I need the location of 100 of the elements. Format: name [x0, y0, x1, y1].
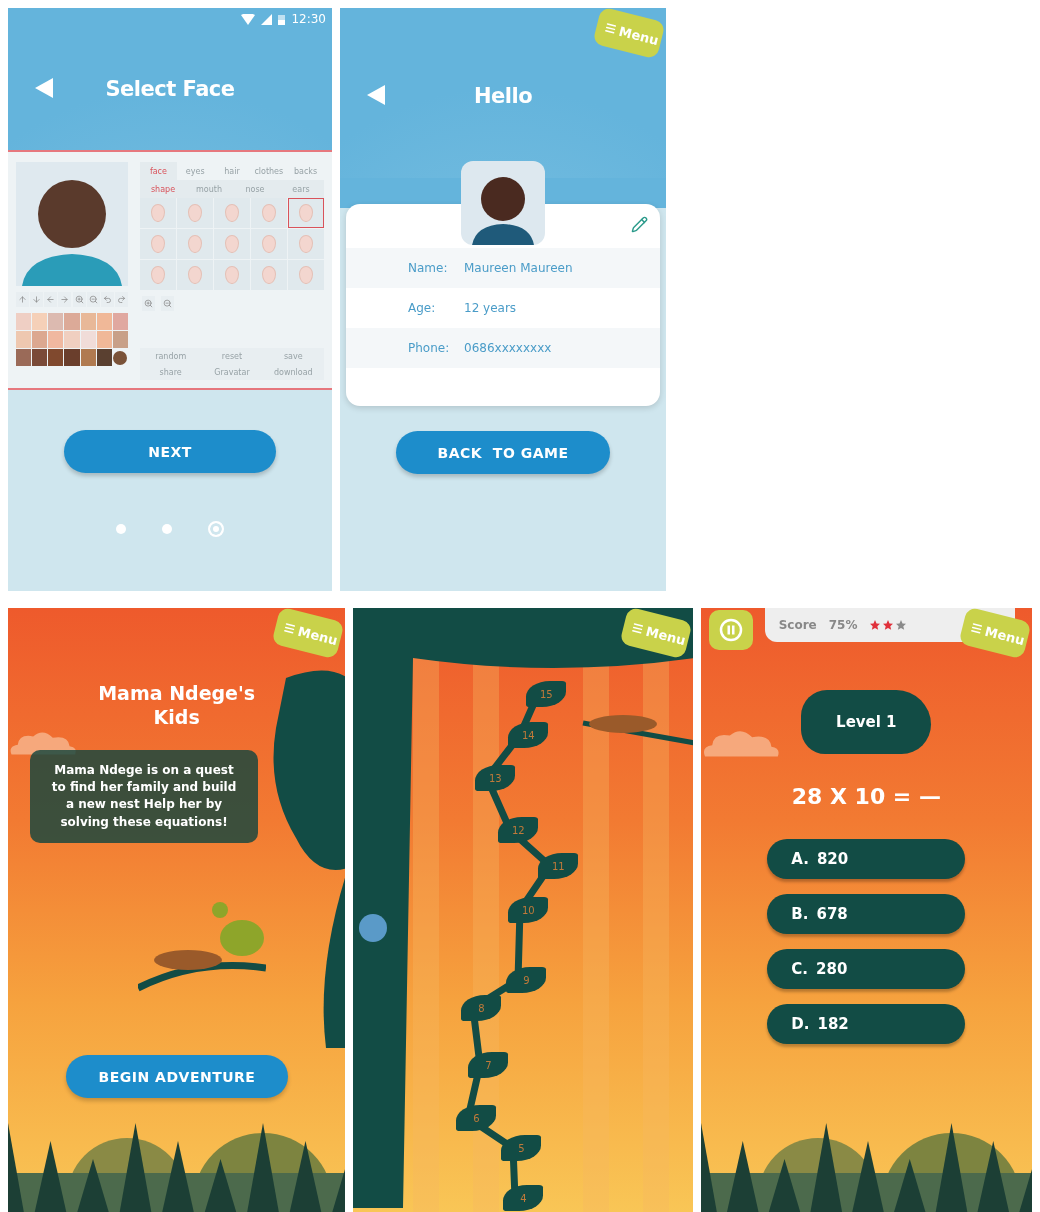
skin-swatch[interactable]: [32, 349, 48, 366]
skin-swatch[interactable]: [64, 313, 80, 330]
pause-button[interactable]: [708, 610, 753, 650]
editor-tab[interactable]: clothes: [250, 162, 288, 180]
zoom-out-icon: [163, 299, 172, 308]
menu-button[interactable]: Menu: [271, 608, 345, 660]
undo-button[interactable]: [100, 292, 114, 307]
editor-tab[interactable]: hair: [213, 162, 251, 180]
zoom-in-icon: [74, 295, 84, 304]
skin-swatch[interactable]: [96, 331, 112, 348]
editor-tab[interactable]: eyes: [176, 162, 214, 180]
level-leaf[interactable]: 5: [501, 1135, 542, 1161]
skin-swatch[interactable]: [32, 331, 48, 348]
skin-swatch[interactable]: [64, 349, 80, 366]
screen-title: Select Face: [104, 77, 236, 101]
intro-message: Mama Ndege is on a quest to find her family and build a new nest Help her by solving these equations!: [30, 749, 258, 844]
menu-button[interactable]: Menu: [592, 8, 666, 60]
skin-swatch[interactable]: [96, 349, 112, 366]
skin-swatch[interactable]: [64, 331, 80, 348]
skin-swatch[interactable]: [48, 349, 64, 366]
skin-swatch[interactable]: [80, 349, 96, 366]
editor-action[interactable]: download: [262, 364, 324, 380]
field-value: 12 years: [464, 301, 517, 315]
menu-icon: [969, 621, 984, 636]
arrow-down-button[interactable]: [30, 292, 44, 307]
math-question: 28 X 10 = —: [790, 784, 942, 809]
skin-swatch[interactable]: [96, 313, 112, 330]
field-label: Phone:: [408, 341, 448, 355]
arrow-up-icon: [18, 295, 27, 304]
zoom-in-button[interactable]: [72, 292, 86, 307]
arrow-down-icon: [32, 295, 42, 304]
battery-icon: [278, 13, 286, 25]
arrow-left-icon: [46, 295, 56, 304]
begin-adventure-button[interactable]: BEGIN ADVENTURE: [66, 1055, 288, 1098]
redo-button[interactable]: [115, 292, 128, 307]
zoom-in-button[interactable]: [142, 296, 155, 311]
arrow-up-button[interactable]: [16, 292, 29, 307]
field-label: Name:: [408, 261, 448, 275]
face-shape-option[interactable]: [288, 198, 324, 228]
editor-action[interactable]: random: [140, 348, 202, 364]
redo-icon: [117, 295, 126, 304]
next-button[interactable]: NEXT: [64, 430, 276, 473]
level-leaf[interactable]: 14: [508, 722, 549, 748]
editor-tab[interactable]: backs: [287, 162, 324, 180]
editor-subtab[interactable]: nose: [232, 180, 278, 198]
screen-title: Hello: [472, 84, 534, 108]
skin-swatch[interactable]: [113, 351, 128, 365]
status-time: 12:30: [291, 12, 326, 26]
skin-swatch[interactable]: [16, 313, 32, 330]
arrow-left-button[interactable]: [44, 292, 58, 307]
level-leaf[interactable]: 4: [503, 1185, 544, 1211]
level-leaf[interactable]: 15: [526, 681, 567, 707]
zoom-out-button[interactable]: [86, 292, 100, 307]
answer-button[interactable]: B. 678: [767, 894, 966, 934]
editor-subtab[interactable]: shape: [140, 180, 186, 198]
score-label: Score: [778, 618, 817, 632]
menu-icon: [282, 621, 298, 636]
level-leaf[interactable]: 11: [538, 853, 579, 879]
pause-icon: [718, 618, 743, 642]
editor-subtab[interactable]: mouth: [186, 180, 232, 198]
field-label: Age:: [408, 301, 437, 315]
editor-action[interactable]: reset: [201, 348, 263, 364]
edit-icon[interactable]: [631, 216, 648, 233]
zoom-out-button[interactable]: [161, 296, 174, 311]
skin-swatch[interactable]: [112, 331, 128, 348]
editor-action[interactable]: share: [140, 364, 202, 380]
back-to-game-button[interactable]: BACK TO GAME: [396, 431, 610, 474]
level-leaf[interactable]: 12: [498, 817, 539, 843]
skin-swatch[interactable]: [48, 313, 64, 330]
level-leaf[interactable]: 13: [475, 765, 516, 791]
wifi-icon: [241, 13, 256, 25]
menu-icon: [603, 21, 618, 36]
skin-swatch[interactable]: [16, 331, 32, 348]
arrow-right-icon: [60, 295, 70, 304]
answer-button[interactable]: A. 820: [767, 839, 966, 879]
skin-swatch[interactable]: [48, 331, 64, 348]
arrow-right-button[interactable]: [58, 292, 72, 307]
editor-action[interactable]: save: [262, 348, 324, 364]
editor-action[interactable]: Gravatar: [201, 364, 263, 380]
level-leaf[interactable]: 6: [456, 1105, 497, 1131]
skin-swatch[interactable]: [32, 313, 48, 330]
level-leaf[interactable]: 8: [461, 995, 502, 1021]
editor-tab[interactable]: face: [140, 162, 177, 180]
skin-swatch[interactable]: [80, 313, 96, 330]
skin-swatch[interactable]: [16, 349, 32, 366]
skin-swatch[interactable]: [80, 331, 96, 348]
editor-subtab[interactable]: ears: [278, 180, 324, 198]
field-value: 0686xxxxxxxx: [464, 341, 552, 355]
level-leaf[interactable]: 10: [508, 897, 549, 923]
undo-icon: [102, 295, 112, 304]
answer-button[interactable]: D. 182: [767, 1004, 966, 1044]
field-value: Maureen Maureen: [464, 261, 573, 275]
star-icon: [869, 619, 882, 631]
game-title: Mama Ndege's Kids: [97, 682, 257, 730]
menu-icon: [629, 621, 645, 636]
answer-button[interactable]: C. 280: [767, 949, 966, 989]
level-leaf[interactable]: 9: [506, 967, 547, 993]
skin-swatch[interactable]: [112, 313, 128, 330]
zoom-out-icon: [88, 295, 98, 304]
level-leaf[interactable]: 7: [468, 1052, 509, 1078]
